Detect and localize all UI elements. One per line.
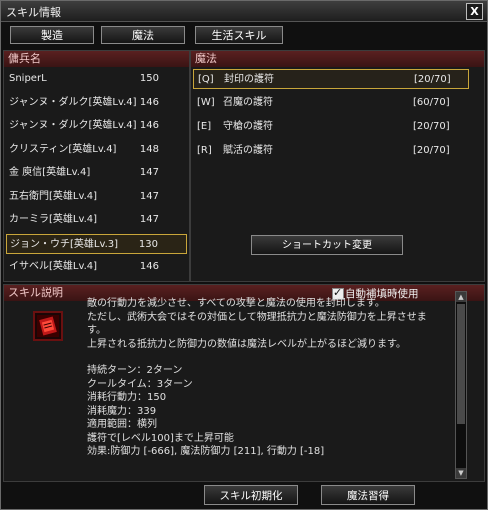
skill-name: 召魔の護符 (223, 97, 273, 108)
mercenary-name: SniperL (9, 73, 47, 84)
magic-panel: 魔法 [Q] 封印の護符 [20/70] [W] 召魔の護符 [60/70] [E] 守槍の護… (190, 50, 485, 282)
shortcut-change-button[interactable]: ショートカット変更 (251, 235, 403, 255)
mercenary-level: 146 (139, 96, 159, 108)
magic-skill-row[interactable]: [E] 守槍の護符 [20/70] (193, 117, 469, 137)
scroll-down-icon[interactable]: ▼ (456, 468, 466, 478)
mercenary-row[interactable]: カーミラ[英雄Lv.4] 147 (6, 210, 187, 230)
mercenary-row[interactable]: 金 庾信[英雄Lv.4] 147 (6, 163, 187, 183)
description-line: 適用範囲：横列 (87, 419, 157, 430)
mercenary-level: 147 (139, 214, 159, 225)
mercenary-row[interactable]: イサベル[英雄Lv.4] 146 (6, 257, 187, 277)
description-scrollbar[interactable]: ▲ ▼ (455, 291, 467, 479)
skill-name: 賦活の護符 (223, 145, 273, 156)
mercenary-row[interactable]: ジャンヌ・ダルク[英雄Lv.4] 146 (6, 93, 187, 113)
learn-magic-button[interactable]: 魔法習得 (321, 485, 415, 505)
mercenary-level: 147 (139, 167, 159, 178)
mercenary-header: 傭兵名 (4, 51, 189, 67)
description-line: 持続ターン：2ターン (87, 365, 183, 376)
skill-name: 封印の護符 (224, 74, 274, 85)
skill-count: [20/70] (413, 145, 450, 156)
talisman-icon (37, 315, 59, 337)
tab-manufacture[interactable]: 製造 (10, 26, 94, 44)
description-line: 護符で[レベル100]まで上昇可能 (87, 432, 234, 444)
mercenary-name: カーミラ[英雄Lv.4] (9, 214, 98, 225)
skill-shortcut-key: [R] (197, 145, 212, 156)
mercenary-name: ジョン・ウチ[英雄Lv.3] (10, 238, 119, 250)
scroll-thumb[interactable] (457, 304, 465, 424)
skill-icon (33, 311, 63, 341)
mercenary-panel: 傭兵名 SniperL 150 ジャンヌ・ダルク[英雄Lv.4] 146 ジャンヌ・ダル… (3, 50, 190, 282)
mercenary-name: ジャンヌ・ダルク[英雄Lv.4] (9, 96, 137, 108)
mercenary-row[interactable]: ジョン・ウチ[英雄Lv.3] 130 (6, 233, 187, 254)
skill-shortcut-key: [W] (197, 97, 215, 108)
description-line: す。 (87, 325, 106, 336)
mercenary-row[interactable]: ジャンヌ・ダルク[英雄Lv.4] 146 (6, 116, 187, 136)
description-line: 敵の行動力を減少させ、すべての攻撃と魔法の使用を封印します。 (87, 298, 385, 309)
skill-reset-button[interactable]: スキル初期化 (204, 485, 298, 505)
description-line: 消耗魔力：339 (87, 405, 157, 417)
skill-shortcut-key: [E] (197, 121, 212, 132)
description-line: クールタイム：3ターン (87, 378, 193, 390)
skill-name: 守槍の護符 (223, 121, 273, 132)
mercenary-row[interactable]: SniperL 150 (6, 69, 187, 89)
mercenary-name: クリスティン[英雄Lv.4] (9, 143, 117, 155)
magic-skill-row[interactable]: [Q] 封印の護符 [20/70] (193, 69, 469, 89)
skill-count: [60/70] (413, 97, 450, 108)
skill-description-text: 敵の行動力を減少させ、すべての攻撃と魔法の使用を封印します。ただし、武術大会では… (87, 297, 447, 477)
description-line: 消耗行動力：150 (87, 392, 167, 403)
mercenary-row[interactable]: クリスティン[英雄Lv.4] 148 (6, 140, 187, 160)
mercenary-name: ジャンヌ・ダルク[英雄Lv.4] (9, 120, 137, 131)
mercenary-row[interactable]: 五右衛門[英雄Lv.4] 147 (6, 187, 187, 207)
mercenary-level: 146 (139, 261, 159, 272)
scroll-up-icon[interactable]: ▲ (456, 292, 466, 302)
description-line: 効果:防御力 [-666], 魔法防御力 [211], 行動力 [-18] (87, 446, 325, 457)
close-button[interactable]: X (466, 3, 483, 20)
description-line: ただし、武術大会ではその対価として物理抵抗力と魔法防御力を上昇させま (87, 311, 427, 323)
skill-count: [20/70] (413, 121, 450, 132)
tab-life-skill[interactable]: 生活スキル (195, 26, 283, 44)
mercenary-name: イサベル[英雄Lv.4] (9, 261, 98, 272)
magic-skill-row[interactable]: [W] 召魔の護符 [60/70] (193, 93, 469, 113)
mercenary-name: 金 庾信[英雄Lv.4] (9, 167, 91, 178)
magic-skill-row[interactable]: [R] 賦活の護符 [20/70] (193, 141, 469, 161)
magic-header: 魔法 (191, 51, 484, 67)
skill-info-window: スキル情報 X 製造 魔法 生活スキル 傭兵名 SniperL 150 ジャンヌ・ダ… (0, 0, 488, 510)
title-bar[interactable]: スキル情報 X (1, 1, 487, 22)
description-line (87, 351, 447, 364)
tab-magic[interactable]: 魔法 (101, 26, 185, 44)
window-title: スキル情報 (6, 6, 61, 19)
mercenary-level: 130 (138, 238, 158, 250)
mercenary-level: 147 (139, 190, 159, 202)
mercenary-level: 150 (139, 73, 159, 84)
description-line: 上昇される抵抗力と防御力の数値は魔法レベルが上がるほど減ります。 (87, 338, 406, 350)
mercenary-name: 五右衛門[英雄Lv.4] (9, 190, 98, 202)
skill-count: [20/70] (414, 74, 451, 85)
mercenary-level: 148 (139, 143, 159, 155)
skill-shortcut-key: [Q] (198, 74, 214, 85)
mercenary-level: 146 (139, 120, 159, 131)
